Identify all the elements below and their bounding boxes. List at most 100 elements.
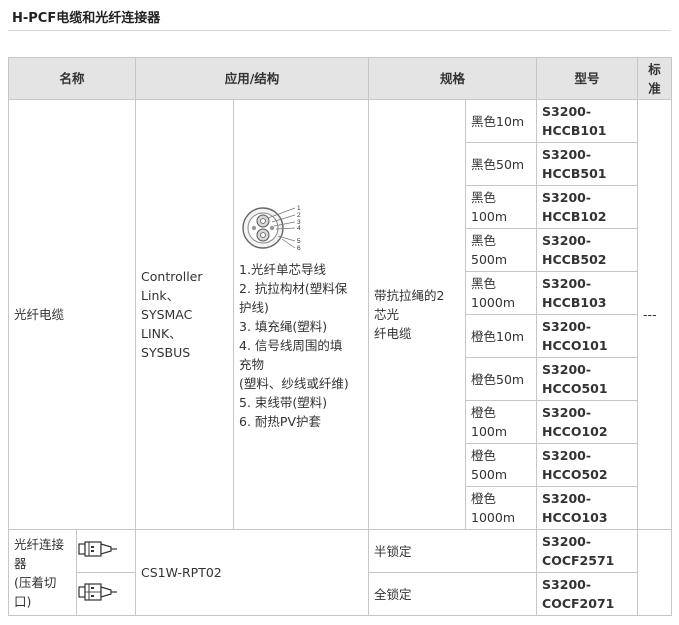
header-model: 型号 bbox=[536, 57, 639, 100]
variant-spec-line: 1000m bbox=[471, 295, 516, 310]
variant-model: S3200- HCCO501 bbox=[536, 357, 639, 401]
connector-name-line: 口) bbox=[14, 593, 32, 609]
diagram-label: 1 bbox=[297, 205, 301, 212]
variant-spec: 黑色 100m bbox=[465, 185, 538, 229]
cable-application-line: Link、 bbox=[141, 288, 180, 303]
model-line: S3200- bbox=[542, 577, 592, 592]
connector-name-line: 器 bbox=[14, 555, 27, 571]
cable-structure: 1 2 3 4 5 6 1.光纤单芯导线 2. 抗拉构材(塑料保 护线) 3. … bbox=[233, 99, 370, 530]
variant-spec-line: 100m bbox=[471, 209, 508, 224]
header-name: 名称 bbox=[7, 57, 137, 100]
variant-spec-line: 橙色50m bbox=[471, 371, 525, 387]
header-spec: 规格 bbox=[368, 57, 538, 100]
connector-full-lock-image bbox=[75, 572, 137, 616]
model-line: HCCB501 bbox=[542, 166, 607, 181]
cable-application-line: SYSBUS bbox=[141, 345, 191, 360]
structure-item: 1.光纤单芯导线 bbox=[239, 262, 326, 277]
model-line: S3200- bbox=[542, 276, 592, 291]
variant-model: S3200- HCCB102 bbox=[536, 185, 639, 229]
structure-item: 2. 抗拉构材(塑料保 bbox=[239, 281, 348, 296]
model-line: HCCB502 bbox=[542, 252, 607, 267]
model-line: HCCO101 bbox=[542, 338, 608, 353]
model-line: S3200- bbox=[542, 405, 592, 420]
variant-spec: 橙色10m bbox=[465, 314, 538, 358]
connector-half-lock-image bbox=[75, 529, 137, 573]
diagram-label: 6 bbox=[297, 245, 301, 252]
cable-standard: --- bbox=[637, 99, 673, 530]
title-divider bbox=[8, 30, 671, 31]
model-line: HCCB102 bbox=[542, 209, 607, 224]
variant-model: S3200- HCCO101 bbox=[536, 314, 639, 358]
variant-spec-line: 黑色10m bbox=[471, 113, 525, 129]
table-row: 光纤连接 器 (压着切 口) CS1W-RPT02 半锁定 S3200- COCF… bbox=[8, 529, 673, 616]
table-row: 光纤电缆 Controller Link、 SYSMAC LINK、 SYSBU… bbox=[7, 99, 673, 530]
connector-application: CS1W-RPT02 bbox=[135, 529, 370, 616]
structure-item: 3. 填充绳(塑料) bbox=[239, 319, 328, 334]
variant-spec-line: 黑色 bbox=[471, 233, 497, 248]
variant-spec: 橙色 1000m bbox=[465, 486, 538, 530]
connector-plug-icon bbox=[78, 540, 117, 557]
model-line: HCCO502 bbox=[542, 467, 608, 482]
model-line: COCF2071 bbox=[542, 596, 615, 611]
variant-spec-line: 橙色10m bbox=[471, 328, 525, 344]
cable-spec-line: 纤电缆 bbox=[374, 326, 412, 341]
structure-item: 6. 耐热PV护套 bbox=[239, 414, 322, 429]
variant-spec-line: 橙色 bbox=[471, 448, 497, 463]
variant-spec: 橙色50m bbox=[465, 357, 538, 401]
variant-model: S3200- HCCO103 bbox=[536, 486, 639, 530]
model-line: COCF2571 bbox=[542, 553, 615, 568]
variant-model: S3200- HCCB101 bbox=[536, 99, 639, 143]
variant-spec: 黑色50m bbox=[465, 142, 538, 186]
cable-spec-line: 芯光 bbox=[374, 307, 400, 322]
variant-model: S3200- COCF2071 bbox=[536, 572, 639, 616]
structure-item: 充物 bbox=[239, 357, 265, 372]
model-line: HCCO103 bbox=[542, 510, 608, 525]
variant-model: S3200- HCCB103 bbox=[536, 271, 639, 315]
cable-spec: 带抗拉绳的2 芯光 纤电缆 bbox=[368, 99, 467, 530]
cable-spec-line: 带抗拉绳的2 bbox=[374, 288, 445, 303]
connector-name-line: 光纤连接 bbox=[14, 536, 65, 552]
variant-spec-line: 500m bbox=[471, 252, 508, 267]
diagram-label: 4 bbox=[297, 225, 301, 232]
section-title: H-PCF电缆和光纤连接器 bbox=[12, 11, 161, 26]
cable-name: 光纤电缆 bbox=[7, 99, 137, 530]
connector-name-line: (压着切 bbox=[14, 574, 57, 590]
connector-standard bbox=[637, 529, 673, 616]
cable-application-line: SYSMAC bbox=[141, 307, 193, 322]
variant-spec: 黑色 500m bbox=[465, 228, 538, 272]
model-line: S3200- bbox=[542, 190, 592, 205]
model-line: S3200- bbox=[542, 233, 592, 248]
table-header-row: 名称 应用/结构 规格 型号 标准 bbox=[7, 57, 673, 100]
structure-item: (塑料、纱线或纤维) bbox=[239, 376, 349, 391]
variant-spec-line: 黑色 bbox=[471, 190, 497, 205]
model-line: S3200- bbox=[542, 448, 592, 463]
variant-spec-line: 橙色 bbox=[471, 491, 497, 506]
connector-plug-icon bbox=[78, 582, 117, 601]
variant-spec: 橙色 500m bbox=[465, 443, 538, 487]
connector-name: 光纤连接 器 (压着切 口) bbox=[8, 529, 77, 616]
variant-spec-line: 黑色 bbox=[471, 276, 497, 291]
structure-item: 4. 信号线周围的填 bbox=[239, 338, 343, 353]
header-application: 应用/结构 bbox=[135, 57, 370, 100]
cable-application: Controller Link、 SYSMAC LINK、 SYSBUS bbox=[135, 99, 235, 530]
model-line: HCCO501 bbox=[542, 381, 608, 396]
diagram-label: 2 bbox=[297, 212, 301, 219]
cable-application-line: LINK、 bbox=[141, 326, 182, 341]
header-standard: 标准 bbox=[637, 57, 673, 100]
variant-model: S3200- COCF2571 bbox=[536, 529, 639, 573]
product-spec-table: 名称 应用/结构 规格 型号 标准 光纤电缆 Controller Link、 … bbox=[7, 57, 673, 616]
variant-spec: 橙色 100m bbox=[465, 400, 538, 444]
variant-spec: 黑色 1000m bbox=[465, 271, 538, 315]
structure-list: 1.光纤单芯导线 2. 抗拉构材(塑料保 护线) 3. 填充绳(塑料) 4. 信… bbox=[239, 260, 368, 431]
model-line: HCCO102 bbox=[542, 424, 608, 439]
model-line: S3200- bbox=[542, 534, 592, 549]
model-line: S3200- bbox=[542, 362, 592, 377]
structure-item: 护线) bbox=[239, 300, 269, 315]
variant-spec-line: 黑色50m bbox=[471, 156, 525, 172]
diagram-label: 5 bbox=[297, 238, 301, 245]
variant-model: S3200- HCCO502 bbox=[536, 443, 639, 487]
cable-cross-section-diagram: 1 2 3 4 5 6 bbox=[242, 205, 301, 252]
variant-model: S3200- HCCB501 bbox=[536, 142, 639, 186]
variant-spec: 黑色10m bbox=[465, 99, 538, 143]
cable-application-line: Controller bbox=[141, 269, 203, 284]
